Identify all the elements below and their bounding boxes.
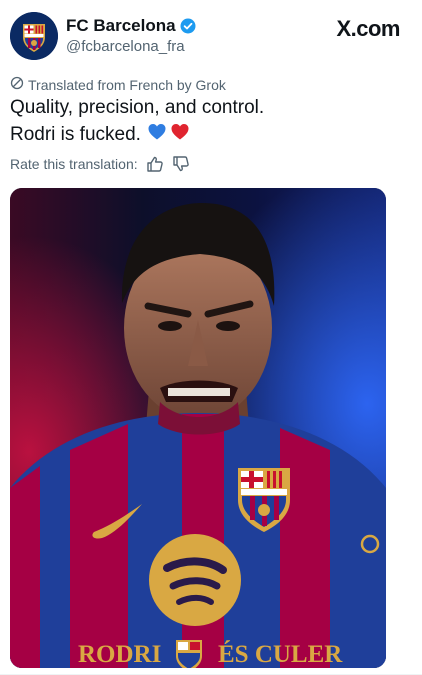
caption-crest-icon <box>176 640 202 668</box>
player-poster-image: RODRI ÉS CULER <box>10 188 386 668</box>
avatar[interactable] <box>10 12 58 60</box>
translation-label-row: Translated from French by Grok <box>10 76 226 93</box>
blue-heart-icon <box>147 122 167 148</box>
fc-barcelona-crest-icon <box>10 12 58 60</box>
rate-translation-row: Rate this translation: <box>10 155 190 173</box>
sponsor-logo <box>149 534 241 626</box>
post-text-line-1: Quality, precision, and control. <box>10 97 265 118</box>
site-brand: X.com <box>336 16 400 41</box>
caption-right: ÉS CULER <box>218 640 343 668</box>
thumbs-down-icon[interactable] <box>172 155 190 173</box>
translation-label: Translated from French by Grok <box>28 76 226 93</box>
post-text-line-2: Rodri is fucked. <box>10 122 190 148</box>
translate-icon <box>10 76 24 93</box>
account-name-row[interactable]: FC Barcelona <box>66 16 196 36</box>
account-handle[interactable]: @fcbarcelona_fra <box>66 38 185 55</box>
post-text-line-2-text: Rodri is fucked. <box>10 124 141 145</box>
rate-translation-label: Rate this translation: <box>10 156 138 172</box>
verified-badge-icon <box>180 18 196 34</box>
account-name[interactable]: FC Barcelona <box>66 16 176 36</box>
caption-left: RODRI <box>78 641 161 668</box>
emoji-group <box>147 122 190 148</box>
thumbs-up-icon[interactable] <box>146 155 164 173</box>
post-media-image[interactable]: RODRI ÉS CULER <box>10 188 386 668</box>
red-heart-icon <box>170 122 190 148</box>
